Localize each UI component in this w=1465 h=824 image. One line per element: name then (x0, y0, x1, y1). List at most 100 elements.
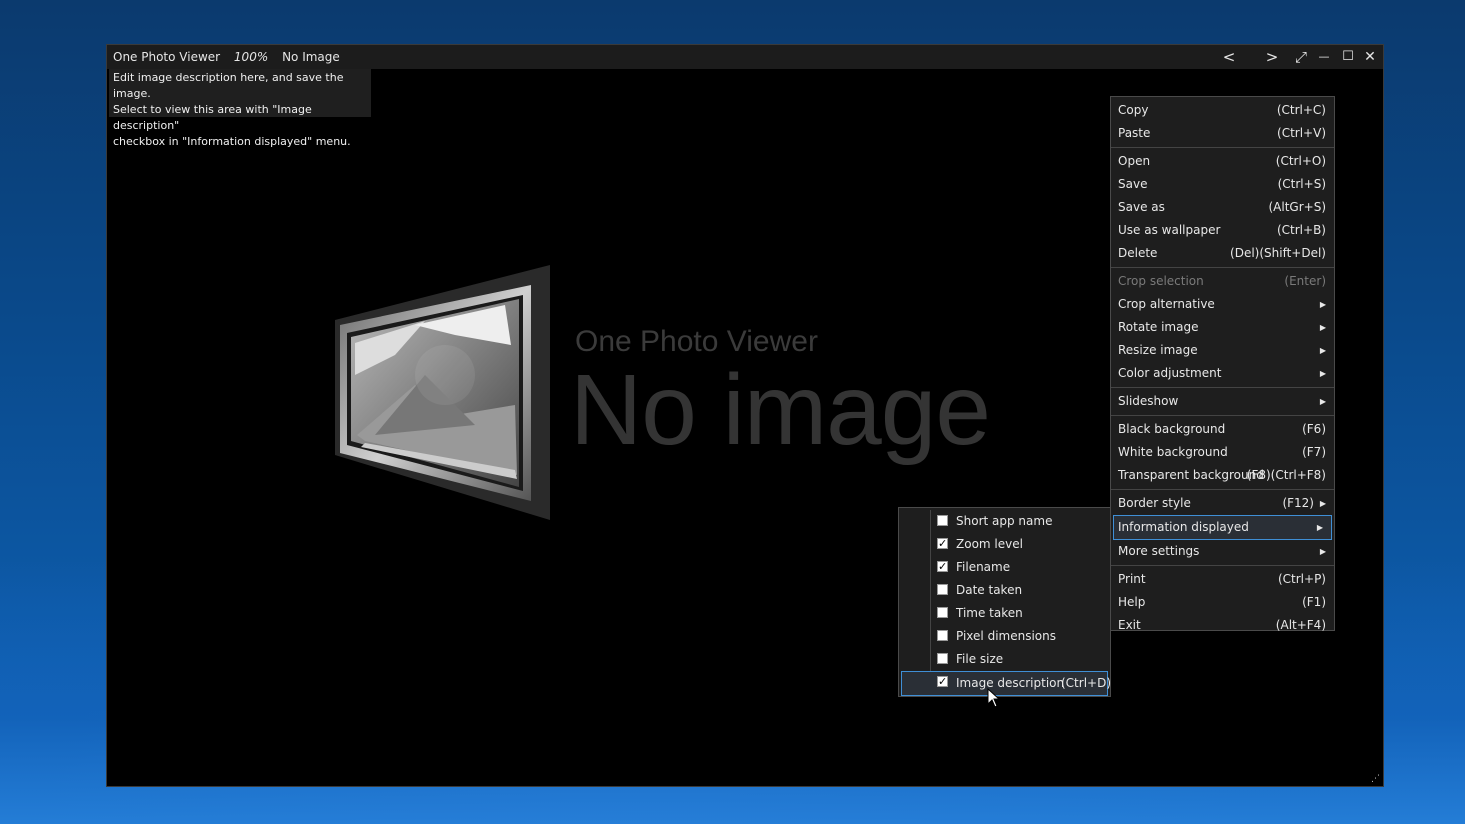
minimize-button[interactable]: — (1314, 47, 1334, 67)
menu-item-help[interactable]: Help (F1) (1111, 591, 1334, 614)
menu-item-rotate[interactable]: Rotate image ▶ (1111, 316, 1334, 339)
placeholder-message: No image (570, 354, 991, 466)
resize-grip-icon[interactable]: ⋰ (1371, 774, 1381, 784)
menu-shortcut: (Enter) (1284, 274, 1326, 288)
menu-label: Delete (1118, 246, 1158, 260)
menu-label: Slideshow (1118, 394, 1179, 408)
info-item-date-taken[interactable]: Date taken (899, 579, 1110, 602)
menu-separator (1111, 387, 1334, 388)
menu-shortcut: (F8)(Ctrl+F8) (1246, 468, 1326, 482)
information-displayed-submenu: Short app name ✓ Zoom level ✓ Filename Dat… (898, 507, 1111, 697)
menu-separator (1111, 147, 1334, 148)
description-line: Edit image description here, and save th… (113, 71, 344, 100)
submenu-arrow-icon: ▶ (1319, 499, 1326, 508)
menu-item-transparent-background[interactable]: Transparent background (F8)(Ctrl+F8) (1111, 464, 1334, 487)
info-item-file-size[interactable]: File size (899, 648, 1110, 671)
title-bar[interactable]: One Photo Viewer 100% No Image < > ⤢ — ☐… (107, 45, 1383, 69)
info-item-short-app-name[interactable]: Short app name (899, 510, 1110, 533)
submenu-arrow-icon: ▶ (1319, 547, 1326, 556)
menu-item-white-background[interactable]: White background (F7) (1111, 441, 1334, 464)
menu-label: Crop selection (1118, 274, 1204, 288)
menu-item-border-style[interactable]: Border style (F12) ▶ (1111, 492, 1334, 515)
menu-label: Print (1118, 572, 1146, 586)
menu-item-information-displayed[interactable]: Information displayed ▶ (1113, 515, 1332, 540)
zoom-level: 100% (233, 50, 269, 64)
menu-item-color-adjustment[interactable]: Color adjustment ▶ (1111, 362, 1334, 385)
menu-item-copy[interactable]: Copy (Ctrl+C) (1111, 99, 1334, 122)
maximize-button[interactable]: ☐ (1338, 47, 1358, 67)
menu-label: Information displayed (1118, 520, 1249, 534)
filename: No Image (282, 50, 340, 64)
checkbox[interactable]: ✓ (937, 676, 948, 687)
description-line: checkbox in "Information displayed" menu… (113, 135, 351, 148)
menu-item-open[interactable]: Open (Ctrl+O) (1111, 150, 1334, 173)
menu-shortcut: (Ctrl+C) (1276, 103, 1326, 117)
menu-item-more-settings[interactable]: More settings ▶ (1111, 540, 1334, 563)
menu-separator (1111, 415, 1334, 416)
submenu-arrow-icon: ▶ (1319, 397, 1326, 406)
menu-label: Filename (956, 560, 1011, 574)
menu-label: More settings (1118, 544, 1200, 558)
menu-item-exit[interactable]: Exit (Alt+F4) (1111, 614, 1334, 637)
title-text: One Photo Viewer 100% No Image (113, 50, 350, 64)
checkbox[interactable]: ✓ (937, 561, 948, 572)
checkbox[interactable] (937, 584, 948, 595)
checkbox[interactable] (937, 630, 948, 641)
menu-label: Save as (1118, 200, 1165, 214)
mouse-cursor-icon (987, 688, 1001, 708)
menu-label: Time taken (956, 606, 1023, 620)
menu-label: Copy (1118, 103, 1149, 117)
menu-item-black-background[interactable]: Black background (F6) (1111, 418, 1334, 441)
submenu-arrow-icon: ▶ (1319, 300, 1326, 309)
submenu-arrow-icon: ▶ (1316, 523, 1323, 532)
submenu-arrow-icon: ▶ (1319, 369, 1326, 378)
menu-label: Save (1118, 177, 1148, 191)
menu-item-slideshow[interactable]: Slideshow ▶ (1111, 390, 1334, 413)
image-description-box[interactable]: Edit image description here, and save th… (109, 69, 371, 148)
description-line: Select to view this area with "Image des… (113, 103, 312, 132)
menu-shortcut: (Ctrl+D) (1061, 676, 1112, 690)
info-item-pixel-dimensions[interactable]: Pixel dimensions (899, 625, 1110, 648)
menu-item-delete[interactable]: Delete (Del)(Shift+Del) (1111, 242, 1334, 265)
previous-image-button[interactable]: < (1219, 47, 1239, 67)
menu-shortcut: (Ctrl+O) (1275, 154, 1326, 168)
menu-item-paste[interactable]: Paste (Ctrl+V) (1111, 122, 1334, 145)
menu-label: Zoom level (956, 537, 1023, 551)
app-name: One Photo Viewer (113, 50, 221, 64)
menu-label: Black background (1118, 422, 1226, 436)
info-item-filename[interactable]: ✓ Filename (899, 556, 1110, 579)
menu-label: Rotate image (1118, 320, 1199, 334)
menu-label: Short app name (956, 514, 1053, 528)
menu-shortcut: (F1) (1302, 595, 1326, 609)
info-item-zoom-level[interactable]: ✓ Zoom level (899, 533, 1110, 556)
menu-label: Pixel dimensions (956, 629, 1056, 643)
menu-label: File size (956, 652, 1004, 666)
menu-item-crop-alternative[interactable]: Crop alternative ▶ (1111, 293, 1334, 316)
menu-label: Open (1118, 154, 1151, 168)
menu-label: Crop alternative (1118, 297, 1215, 311)
checkbox[interactable] (937, 607, 948, 618)
checkbox[interactable] (937, 653, 948, 664)
menu-shortcut: (F12) (1282, 496, 1314, 510)
no-image-placeholder: One Photo Viewer No image (335, 265, 1035, 525)
menu-item-wallpaper[interactable]: Use as wallpaper (Ctrl+B) (1111, 219, 1334, 242)
menu-item-print[interactable]: Print (Ctrl+P) (1111, 568, 1334, 591)
fullscreen-button[interactable]: ⤢ (1291, 47, 1311, 67)
next-image-button[interactable]: > (1262, 47, 1282, 67)
context-menu: Copy (Ctrl+C) Paste (Ctrl+V) Open (Ctrl+O) … (1110, 96, 1335, 632)
checkbox[interactable]: ✓ (937, 538, 948, 549)
menu-shortcut: (Ctrl+V) (1277, 126, 1326, 140)
menu-label: Resize image (1118, 343, 1198, 357)
menu-item-resize[interactable]: Resize image ▶ (1111, 339, 1334, 362)
close-button[interactable]: ✕ (1360, 47, 1380, 67)
menu-item-save-as[interactable]: Save as (AltGr+S) (1111, 196, 1334, 219)
menu-shortcut: (Del)(Shift+Del) (1230, 246, 1326, 260)
menu-shortcut: (Ctrl+S) (1277, 177, 1326, 191)
info-item-time-taken[interactable]: Time taken (899, 602, 1110, 625)
menu-shortcut: (Alt+F4) (1275, 618, 1326, 632)
menu-separator (1111, 489, 1334, 490)
checkbox[interactable] (937, 515, 948, 526)
info-item-image-description[interactable]: ✓ Image description (Ctrl+D) (901, 671, 1112, 696)
menu-label: Border style (1118, 496, 1191, 510)
menu-item-save[interactable]: Save (Ctrl+S) (1111, 173, 1334, 196)
